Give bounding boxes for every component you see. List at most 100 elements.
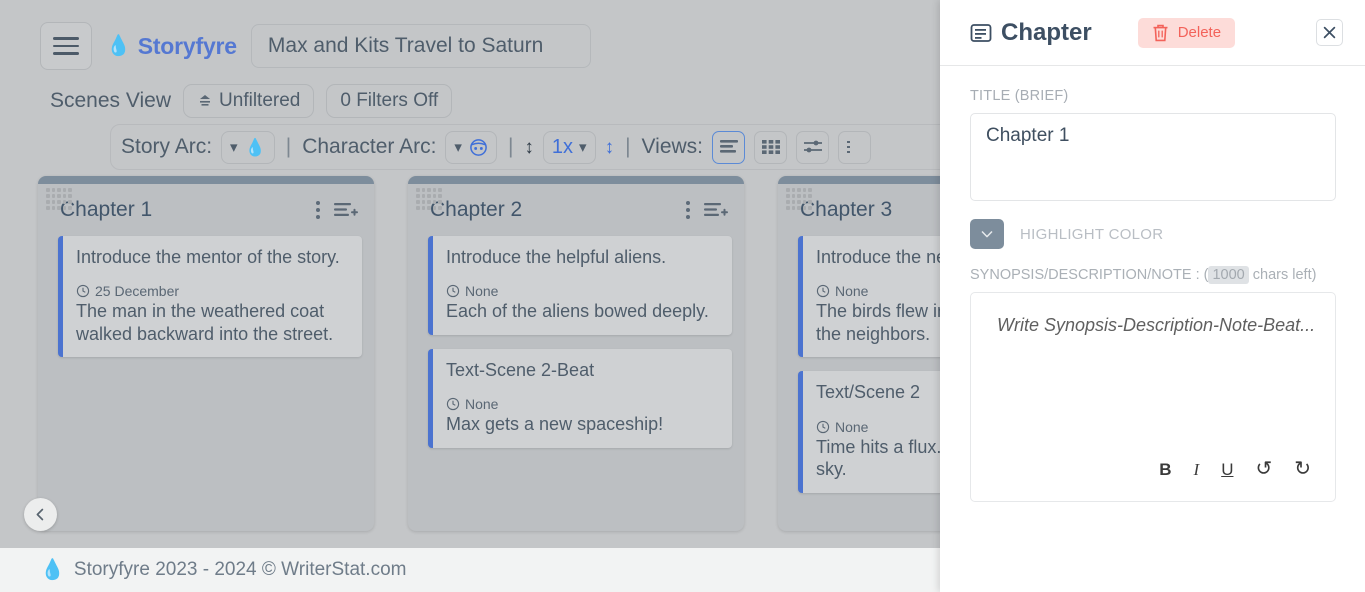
height-decrease-icon[interactable]: ↕ — [524, 138, 534, 157]
detail-view-icon — [845, 139, 865, 155]
arc-toolbar: Story Arc: ▾ 💧 | Character Arc: ▾ | ↕ 1x — [110, 124, 950, 170]
clock-icon — [446, 284, 460, 298]
clock-icon — [816, 284, 830, 298]
card-meta: None — [446, 283, 718, 299]
top-bar: 💧 Storyfyre Max and Kits Travel to Satur… — [40, 22, 591, 70]
character-arc-select[interactable]: ▾ — [445, 131, 497, 164]
card-body: Max gets a new spaceship! — [446, 413, 718, 436]
scene-card[interactable]: Text-Scene 2-Beat None Max gets a new sp… — [428, 349, 732, 448]
scroll-left-button[interactable] — [24, 498, 57, 531]
synopsis-label-prefix: SYNOPSIS/DESCRIPTION/NOTE : ( — [970, 267, 1208, 283]
views-label: Views: — [642, 135, 703, 159]
card-time: 25 December — [95, 283, 179, 299]
card-time: None — [465, 396, 498, 412]
card-meta: 25 December — [76, 283, 348, 299]
synopsis-editor[interactable]: Write Synopsis-Description-Note-Beat... … — [970, 292, 1336, 502]
column-actions — [316, 201, 358, 219]
scene-card[interactable]: Introduce the mentor of the story. 25 De… — [58, 236, 362, 357]
scene-card[interactable]: Introduce the helpful aliens. None Each … — [428, 236, 732, 335]
column-actions — [686, 201, 728, 219]
sliders-icon — [803, 139, 823, 155]
chevron-down-icon — [980, 229, 994, 239]
board-column[interactable]: Chapter 2 — [408, 176, 744, 531]
filter-icon — [197, 93, 213, 109]
italic-button[interactable]: I — [1194, 461, 1200, 478]
character-arc-label: Character Arc: — [302, 135, 436, 159]
view-list-button[interactable] — [712, 131, 745, 164]
close-icon — [1323, 26, 1336, 39]
card-body: The man in the weathered coat walked bac… — [76, 300, 348, 345]
drag-handle-icon[interactable] — [786, 188, 812, 210]
chevron-down-icon: ▾ — [579, 140, 587, 155]
close-panel-button[interactable] — [1316, 19, 1343, 46]
column-title: Chapter 1 — [60, 198, 152, 222]
bold-button[interactable]: B — [1159, 461, 1171, 478]
chevron-down-icon: ▾ — [454, 140, 462, 155]
chevron-left-icon — [34, 508, 47, 521]
brand-logo[interactable]: 💧 Storyfyre — [106, 33, 237, 60]
filters-off-button[interactable]: 0 Filters Off — [326, 84, 452, 118]
filters-off-label: 0 Filters Off — [340, 90, 438, 112]
list-view-icon — [719, 139, 739, 155]
panel-body: TITLE (brief) HIGHLIGHT COLOR SYNOPSIS/D… — [940, 66, 1365, 502]
underline-button[interactable]: U — [1221, 461, 1233, 478]
title-field-label: TITLE (brief) — [970, 88, 1335, 104]
board-column[interactable]: Chapter 1 — [38, 176, 374, 531]
drag-handle-icon[interactable] — [416, 188, 442, 210]
highlight-color-label: HIGHLIGHT COLOR — [1020, 226, 1163, 243]
card-title: Introduce the mentor of the story. — [76, 246, 348, 269]
delete-button[interactable]: Delete — [1138, 18, 1235, 48]
unfiltered-label: Unfiltered — [219, 90, 300, 112]
card-time: None — [465, 283, 498, 299]
delete-label: Delete — [1178, 24, 1221, 41]
panel-title-text: Chapter — [1001, 19, 1092, 47]
highlight-color-row: HIGHLIGHT COLOR — [970, 219, 1335, 249]
view-settings-button[interactable] — [796, 131, 829, 164]
synopsis-label-suffix: chars left) — [1249, 267, 1317, 283]
zoom-select[interactable]: 1x ▾ — [543, 131, 596, 164]
divider: | — [284, 135, 293, 159]
undo-button[interactable]: ↺ — [1255, 459, 1272, 479]
drag-handle-icon[interactable] — [46, 188, 72, 210]
column-title: Chapter 3 — [800, 198, 892, 222]
project-title-input[interactable]: Max and Kits Travel to Saturn — [251, 24, 591, 68]
redo-button[interactable]: ↻ — [1294, 459, 1311, 479]
panel-header: Chapter Delete — [940, 0, 1365, 66]
note-panel-icon — [970, 22, 992, 44]
add-card-icon[interactable] — [704, 201, 728, 219]
clock-icon — [446, 397, 460, 411]
column-header: Chapter 2 — [408, 184, 744, 230]
highlight-color-button[interactable] — [970, 219, 1004, 249]
card-title: Text-Scene 2-Beat — [446, 359, 718, 382]
more-options-icon[interactable] — [316, 201, 320, 219]
chapter-detail-panel: Chapter Delete TITLE (brief) — [940, 0, 1365, 592]
story-arc-select[interactable]: ▾ 💧 — [221, 131, 275, 164]
chevron-down-icon: ▾ — [230, 140, 238, 155]
synopsis-field-label: SYNOPSIS/DESCRIPTION/NOTE : (1000 chars … — [970, 267, 1335, 283]
brand-name: Storyfyre — [138, 33, 237, 60]
column-title: Chapter 2 — [430, 198, 522, 222]
column-header: Chapter 1 — [38, 184, 374, 230]
title-input[interactable] — [970, 113, 1336, 201]
grid-view-icon — [761, 139, 781, 155]
view-extra-button[interactable] — [838, 131, 871, 164]
scenes-view-label: Scenes View — [50, 89, 171, 113]
card-time: None — [835, 283, 868, 299]
menu-hamburger-icon[interactable] — [40, 22, 92, 70]
card-body: Each of the aliens bowed deeply. — [446, 300, 718, 323]
view-grid-button[interactable] — [754, 131, 787, 164]
divider: | — [623, 135, 632, 159]
more-options-icon[interactable] — [686, 201, 690, 219]
app-root: 💧 Storyfyre Max and Kits Travel to Satur… — [0, 0, 1365, 592]
synopsis-chars-left: 1000 — [1208, 266, 1248, 284]
flame-icon: 💧 — [40, 560, 65, 580]
clock-icon — [76, 284, 90, 298]
panel-title: Chapter — [970, 19, 1092, 47]
scenes-row: Scenes View Unfiltered 0 Filters Off — [50, 84, 452, 118]
flame-icon: 💧 — [245, 139, 266, 156]
height-increase-icon[interactable]: ↕ — [605, 138, 615, 157]
trash-icon — [1152, 24, 1169, 42]
add-card-icon[interactable] — [334, 201, 358, 219]
unfiltered-button[interactable]: Unfiltered — [183, 84, 314, 118]
flame-icon: 💧 — [106, 36, 131, 56]
